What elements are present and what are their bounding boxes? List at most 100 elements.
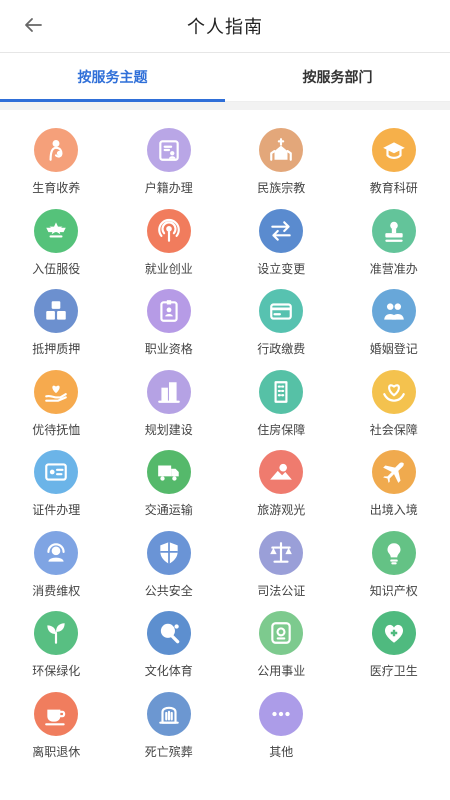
more-dots-icon <box>259 691 304 736</box>
service-item[interactable]: 公用事业 <box>225 605 338 686</box>
customer-service-icon <box>34 530 79 575</box>
mountain-sun-icon <box>259 450 304 494</box>
boxes-icon <box>34 289 79 333</box>
building-icon <box>259 369 304 414</box>
service-label: 教育科研 <box>369 181 418 195</box>
service-item[interactable]: 出境入境 <box>338 444 450 525</box>
ping-pong-icon <box>146 611 191 655</box>
service-item[interactable]: 准营准办 <box>338 203 450 284</box>
tab-by-theme[interactable]: 按服务主题 <box>0 53 225 102</box>
service-item[interactable]: 就业创业 <box>113 203 226 284</box>
service-item[interactable]: 离职退休 <box>0 686 113 767</box>
service-label: 民族宗教 <box>257 181 306 195</box>
service-label: 证件办理 <box>32 503 81 517</box>
id-card-icon <box>146 128 191 172</box>
service-label: 文化体育 <box>144 664 193 678</box>
hand-heart-icon <box>34 369 79 414</box>
service-item[interactable]: 生育收养 <box>0 122 113 203</box>
church-icon <box>259 128 304 172</box>
tab-by-department[interactable]: 按服务部门 <box>225 53 450 101</box>
service-label: 出境入境 <box>369 503 418 517</box>
service-label: 司法公证 <box>257 583 306 598</box>
service-item[interactable]: 户籍办理 <box>113 122 226 203</box>
badge-card-icon <box>146 289 191 333</box>
public-utility-icon <box>259 611 304 655</box>
service-label: 死亡殡葬 <box>144 744 193 759</box>
shield-icon <box>146 530 191 575</box>
service-label: 医疗卫生 <box>369 664 418 678</box>
service-label: 公用事业 <box>257 664 306 678</box>
service-label: 离职退休 <box>32 744 81 759</box>
service-label: 就业创业 <box>144 261 193 276</box>
service-label: 其他 <box>269 744 294 759</box>
section-divider <box>0 102 450 110</box>
service-item[interactable]: 环保绿化 <box>0 605 113 686</box>
service-item[interactable]: 公共安全 <box>113 525 226 606</box>
service-item[interactable]: 住房保障 <box>225 364 338 445</box>
service-label: 入伍服役 <box>32 261 81 276</box>
service-item[interactable]: 职业资格 <box>113 283 226 364</box>
sprout-icon <box>34 611 79 655</box>
credit-card-icon <box>259 289 304 333</box>
tombstone-icon <box>146 691 191 736</box>
service-item[interactable]: 优待抚恤 <box>0 364 113 445</box>
service-item[interactable]: 民族宗教 <box>225 122 338 203</box>
service-item[interactable]: 教育科研 <box>338 122 450 203</box>
service-label: 准营准办 <box>369 261 418 276</box>
mother-child-icon <box>34 128 79 172</box>
service-label: 公共安全 <box>144 583 193 598</box>
service-label: 旅游观光 <box>257 503 306 517</box>
service-label: 消费维权 <box>32 583 81 598</box>
back-button[interactable] <box>20 12 46 38</box>
service-item[interactable]: 行政缴费 <box>225 283 338 364</box>
service-item[interactable]: 其他 <box>225 686 338 767</box>
service-item[interactable]: 文化体育 <box>113 605 226 686</box>
service-label: 生育收养 <box>32 181 81 195</box>
service-label: 婚姻登记 <box>369 342 418 356</box>
coffee-cup-icon <box>34 691 79 736</box>
service-label: 设立变更 <box>257 261 306 276</box>
tab-bar: 按服务主题 按服务部门 <box>0 53 450 102</box>
scales-icon <box>259 530 304 575</box>
service-label: 住房保障 <box>257 422 306 437</box>
service-item[interactable]: 婚姻登记 <box>338 283 450 364</box>
stamp-icon <box>371 208 416 253</box>
graduation-cap-icon <box>371 128 416 172</box>
service-item[interactable]: 医疗卫生 <box>338 605 450 686</box>
truck-icon <box>146 450 191 494</box>
medical-heart-icon <box>371 611 416 655</box>
service-item[interactable]: 司法公证 <box>225 525 338 606</box>
lightbulb-icon <box>371 530 416 575</box>
couple-icon <box>371 289 416 333</box>
service-label: 知识产权 <box>369 583 418 598</box>
service-label: 环保绿化 <box>32 664 81 678</box>
service-item[interactable]: 旅游观光 <box>225 444 338 525</box>
service-item[interactable]: 证件办理 <box>0 444 113 525</box>
service-item[interactable]: 设立变更 <box>225 203 338 284</box>
service-item[interactable]: 消费维权 <box>0 525 113 606</box>
airplane-icon <box>371 450 416 494</box>
service-label: 行政缴费 <box>257 342 306 356</box>
service-label: 户籍办理 <box>144 181 193 195</box>
service-label: 交通运输 <box>144 503 193 517</box>
service-item[interactable]: 抵押质押 <box>0 283 113 364</box>
service-label: 优待抚恤 <box>32 422 81 437</box>
header-bar: 个人指南 <box>0 0 450 53</box>
certificate-icon <box>34 450 79 494</box>
service-item[interactable]: 知识产权 <box>338 525 450 606</box>
service-item[interactable]: 交通运输 <box>113 444 226 525</box>
buildings-icon <box>146 369 191 414</box>
service-item[interactable]: 入伍服役 <box>0 203 113 284</box>
page-title: 个人指南 <box>187 17 263 37</box>
heart-hands-icon <box>371 369 416 414</box>
service-item[interactable]: 死亡殡葬 <box>113 686 226 767</box>
arrow-left-icon <box>25 18 42 32</box>
army-badge-icon <box>34 208 79 253</box>
podcast-icon <box>146 208 191 253</box>
service-label: 社会保障 <box>369 422 418 437</box>
service-label: 职业资格 <box>144 342 193 356</box>
service-label: 抵押质押 <box>32 342 81 356</box>
service-item[interactable]: 规划建设 <box>113 364 226 445</box>
service-item[interactable]: 社会保障 <box>338 364 450 445</box>
service-grid: 生育收养 户籍办理 民族宗教 教育科研入伍服役 就业创业 设立变更 准营准办抵押质押 职业资格… <box>0 110 450 766</box>
